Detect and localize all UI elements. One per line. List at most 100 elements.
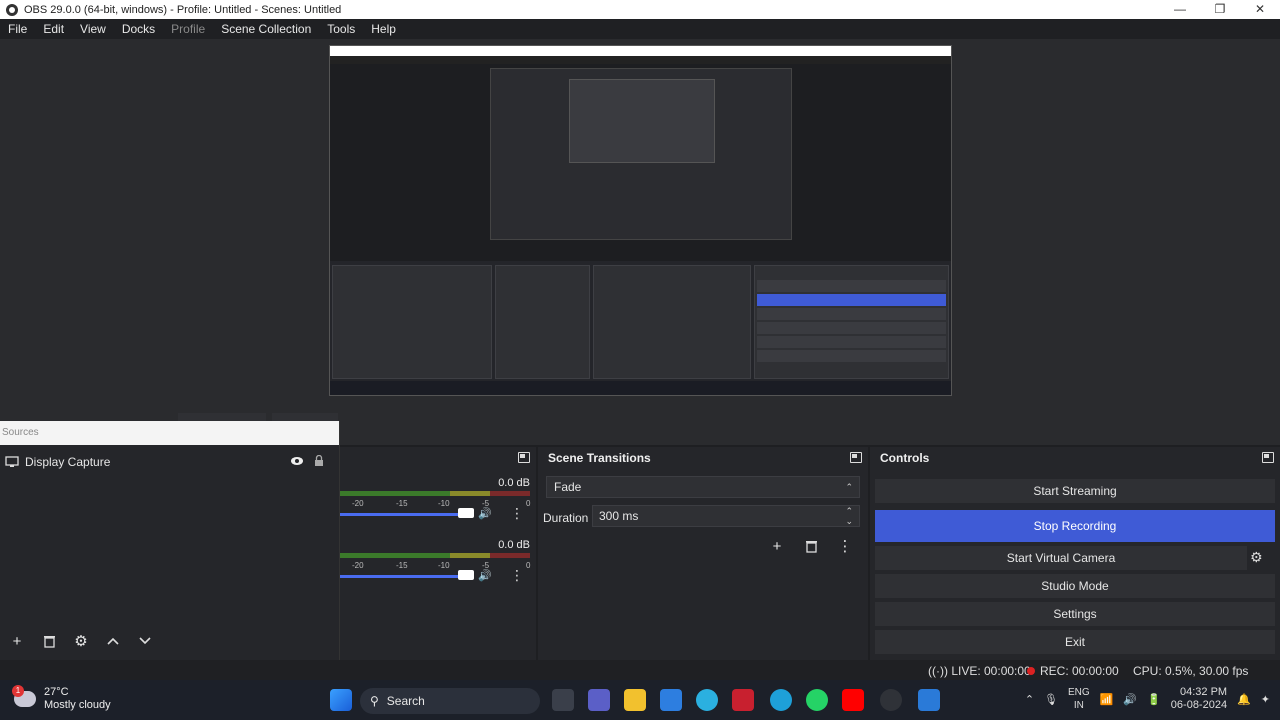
microphone-icon[interactable]: 🎙	[1044, 693, 1058, 706]
mcafee-icon[interactable]	[732, 689, 754, 711]
transition-menu-button[interactable]: ⋮	[832, 535, 858, 557]
recursive-button	[757, 350, 946, 362]
menu-edit[interactable]: Edit	[35, 22, 72, 36]
remove-source-button[interactable]	[36, 630, 62, 652]
chevron-up-icon[interactable]: ⌃	[1025, 693, 1034, 706]
cloud-icon: 1	[12, 685, 36, 707]
broadcast-icon: ((·))	[928, 664, 952, 678]
trash-icon	[805, 540, 817, 553]
taskbar-search[interactable]: ⚲ Search	[360, 688, 540, 714]
close-button[interactable]: ✕	[1240, 0, 1280, 19]
speaker-icon[interactable]: 🔊	[478, 507, 492, 520]
channel-db: 0.0 dB	[498, 539, 530, 551]
teams-icon[interactable]	[588, 689, 610, 711]
tick-label: -10	[438, 561, 450, 570]
volume-meter	[340, 491, 530, 496]
task-view-icon[interactable]	[552, 689, 574, 711]
move-source-down-button[interactable]	[132, 630, 158, 652]
tick-label: -20	[352, 499, 364, 508]
clock[interactable]: 04:32 PM 06-08-2024	[1171, 686, 1227, 712]
obs-taskbar-icon[interactable]	[880, 689, 902, 711]
meter-ticks: -20 -15 -10 -5 0	[340, 561, 530, 571]
channel-db: 0.0 dB	[498, 477, 530, 489]
settings-button[interactable]: Settings	[875, 602, 1275, 626]
controls-title: Controls	[870, 447, 1280, 469]
menu-scene-collection[interactable]: Scene Collection	[213, 22, 319, 36]
maximize-button[interactable]: ❐	[1200, 0, 1240, 19]
cpu-status: CPU: 0.5%, 30.00 fps	[1133, 664, 1249, 678]
copilot-tray-icon[interactable]: ✦	[1261, 693, 1270, 706]
channel-menu-icon[interactable]: ⋮	[510, 567, 524, 584]
duration-input[interactable]: 300 ms ⌃ ⌄	[592, 505, 860, 527]
transition-value: Fade	[554, 480, 582, 494]
studio-mode-button[interactable]: Studio Mode	[875, 574, 1275, 598]
vscode-icon[interactable]	[918, 689, 940, 711]
volume-slider-handle[interactable]	[458, 570, 474, 580]
menu-profile[interactable]: Profile	[163, 22, 213, 36]
mixer-channel: 0.0 dB -20 -15 -10 -5 0 🔊 ⋮	[340, 477, 536, 533]
undock-icon[interactable]	[850, 452, 862, 463]
tick-label: -15	[396, 561, 408, 570]
system-tray: ⌃ 🎙 ENG IN 📶 🔊 🔋 04:32 PM 06-08-2024 🔔 ✦	[1025, 686, 1270, 712]
youtube-icon[interactable]	[842, 689, 864, 711]
move-source-up-button[interactable]	[100, 630, 126, 652]
battery-icon[interactable]: 🔋	[1147, 693, 1161, 706]
menu-docks[interactable]: Docks	[114, 22, 163, 36]
edge-icon[interactable]	[770, 689, 792, 711]
record-dot-icon	[1027, 667, 1035, 675]
lock-icon[interactable]	[314, 455, 324, 467]
undock-icon[interactable]	[1262, 452, 1274, 463]
stop-recording-button[interactable]: Stop Recording	[875, 510, 1275, 542]
notification-bell-icon[interactable]: 🔔	[1237, 693, 1251, 706]
whatsapp-icon[interactable]	[806, 689, 828, 711]
spin-arrows-icon[interactable]: ⌃ ⌄	[845, 506, 853, 526]
eye-icon[interactable]	[290, 455, 304, 467]
exit-button[interactable]: Exit	[875, 630, 1275, 654]
volume-icon[interactable]: 🔊	[1123, 693, 1137, 706]
menu-view[interactable]: View	[72, 22, 114, 36]
arrow-up-icon	[107, 637, 119, 645]
virtual-camera-settings-gear-icon[interactable]: ⚙	[1250, 549, 1263, 566]
source-item-label: Display Capture	[25, 455, 111, 469]
wifi-icon[interactable]: 📶	[1100, 693, 1114, 706]
language-indicator[interactable]: ENG IN	[1068, 686, 1090, 712]
volume-slider-handle[interactable]	[458, 508, 474, 518]
speaker-icon[interactable]: 🔊	[478, 569, 492, 582]
volume-slider-track[interactable]	[340, 513, 472, 516]
copilot-icon[interactable]	[696, 689, 718, 711]
recursive-button-active	[757, 294, 946, 306]
live-time: LIVE: 00:00:00	[951, 664, 1031, 678]
preview-canvas[interactable]	[329, 45, 952, 396]
channel-menu-icon[interactable]: ⋮	[510, 505, 524, 522]
weather-widget[interactable]: 1 27°C Mostly cloudy	[12, 685, 111, 712]
menu-file[interactable]: File	[0, 22, 35, 36]
transition-select[interactable]: Fade ⌃	[546, 476, 860, 498]
file-explorer-icon[interactable]	[624, 689, 646, 711]
add-transition-button[interactable]: +	[764, 535, 790, 557]
remove-transition-button[interactable]	[798, 535, 824, 557]
undock-icon[interactable]	[518, 452, 530, 463]
mixer-channel: 0.0 dB -20 -15 -10 -5 0 🔊 ⋮	[340, 539, 536, 595]
clock-time: 04:32 PM	[1179, 686, 1228, 698]
add-source-button[interactable]: +	[4, 630, 30, 652]
tick-label: 0	[526, 561, 531, 570]
source-properties-button[interactable]: ⚙	[68, 630, 94, 652]
minimize-button[interactable]: —	[1160, 0, 1200, 19]
start-streaming-button[interactable]: Start Streaming	[875, 479, 1275, 503]
menu-tools[interactable]: Tools	[319, 22, 363, 36]
window-title: OBS 29.0.0 (64-bit, windows) - Profile: …	[24, 3, 342, 16]
weather-description: Mostly cloudy	[44, 699, 111, 711]
updown-arrow-icon: ⌃	[845, 482, 853, 492]
start-virtual-camera-button[interactable]: Start Virtual Camera	[875, 546, 1247, 570]
source-item-display-capture[interactable]: Display Capture	[0, 451, 340, 473]
sources-header[interactable]: Sources	[0, 421, 339, 445]
volume-slider-track[interactable]	[340, 575, 472, 578]
start-windows-icon[interactable]	[330, 689, 352, 711]
temperature: 27°C	[44, 686, 69, 698]
recursive-taskbar	[330, 381, 951, 395]
menu-bar: File Edit View Docks Profile Scene Colle…	[0, 19, 1280, 39]
menu-help[interactable]: Help	[363, 22, 404, 36]
recursive-menu-bar	[330, 56, 951, 64]
recursive-button	[757, 280, 946, 292]
store-icon[interactable]	[660, 689, 682, 711]
